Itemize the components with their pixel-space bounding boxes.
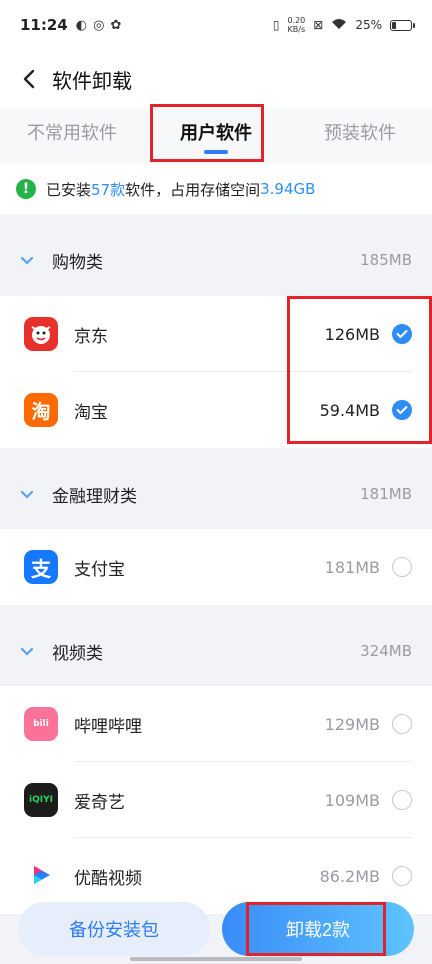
youku-icon	[24, 859, 58, 893]
group-name: 金融理财类	[52, 486, 137, 507]
alipay-icon: 支	[24, 550, 58, 584]
group-header-video[interactable]: 视频类 324MB	[0, 617, 432, 685]
tab-bar: 不常用软件 用户软件 预装软件	[0, 108, 432, 164]
status-time: 11:24	[20, 16, 68, 34]
app-row-alipay[interactable]: 支 支付宝 181MB	[0, 529, 432, 605]
chevron-down-icon	[20, 486, 36, 502]
group-size: 324MB	[360, 642, 412, 660]
chevron-down-icon	[20, 252, 36, 268]
page-header: 软件卸载	[0, 50, 432, 108]
bottom-action-bar: 备份安装包 卸载2款	[0, 896, 432, 964]
app-row-jd[interactable]: 京东 126MB	[0, 296, 432, 372]
battery-percent: 25%	[355, 18, 382, 32]
app-size: 59.4MB	[319, 400, 380, 420]
tab-active-indicator	[204, 150, 228, 154]
app-size: 109MB	[324, 790, 380, 810]
app-size: 86.2MB	[319, 866, 380, 886]
installed-count: 57款	[91, 180, 126, 199]
app-checkbox[interactable]	[392, 400, 412, 420]
storage-size: 3.94GB	[260, 180, 316, 198]
vibrate-icon: ▯	[272, 18, 280, 32]
app-name: 爱奇艺	[74, 792, 125, 813]
info-icon: !	[16, 179, 36, 199]
chevron-down-icon	[20, 643, 36, 659]
sim-icon: ⊠	[313, 18, 324, 32]
app-name: 淘宝	[74, 402, 108, 423]
app-size: 129MB	[324, 714, 380, 734]
app-name: 支付宝	[74, 559, 125, 580]
app-checkbox[interactable]	[392, 324, 412, 344]
backup-apk-button[interactable]: 备份安装包	[18, 902, 210, 956]
app-checkbox[interactable]	[392, 714, 412, 734]
app-notification-icon: ◎	[93, 17, 105, 33]
app-name: 优酷视频	[74, 868, 142, 889]
status-bar: 11:24 ◐ ◎ ✿ ▯ 0.20 KB/s ⊠ 25%	[0, 0, 432, 50]
notification-icons: ◐ ◎ ✿	[76, 18, 122, 33]
status-right: ▯ 0.20 KB/s ⊠ 25%	[272, 16, 415, 34]
taobao-icon: 淘	[24, 393, 58, 427]
group-name: 购物类	[52, 252, 103, 273]
app-name: 哔哩哔哩	[74, 716, 142, 737]
app-checkbox[interactable]	[392, 866, 412, 886]
group-size: 181MB	[360, 485, 412, 503]
storage-summary: ! 已安装 57款 软件，占用存储空间 3.94GB	[0, 164, 432, 214]
jd-icon	[24, 317, 58, 351]
bilibili-icon: bili	[24, 707, 58, 741]
page-title: 软件卸载	[52, 68, 132, 93]
tab-uncommon-apps[interactable]: 不常用软件	[0, 108, 144, 164]
app-row-bilibili[interactable]: bili 哔哩哔哩 129MB	[0, 686, 432, 762]
back-arrow-icon[interactable]	[22, 68, 44, 90]
app-row-iqiyi[interactable]: iQIYI 爱奇艺 109MB	[0, 762, 432, 838]
app-checkbox[interactable]	[392, 557, 412, 577]
group-header-shopping[interactable]: 购物类 185MB	[0, 226, 432, 294]
app-name: 京东	[74, 326, 108, 347]
app-notification-icon: ✿	[110, 17, 122, 33]
tab-user-apps[interactable]: 用户软件	[144, 108, 288, 164]
wifi-icon	[331, 18, 347, 33]
tab-preinstalled-apps[interactable]: 预装软件	[288, 108, 432, 164]
app-notification-icon: ◐	[75, 17, 88, 33]
group-header-finance[interactable]: 金融理财类 181MB	[0, 460, 432, 528]
app-checkbox[interactable]	[392, 790, 412, 810]
iqiyi-icon: iQIYI	[24, 783, 58, 817]
app-size: 181MB	[324, 557, 380, 577]
home-indicator[interactable]	[130, 957, 302, 961]
group-name: 视频类	[52, 643, 103, 664]
network-speed: 0.20 KB/s	[287, 16, 306, 34]
uninstall-button[interactable]: 卸载2款	[222, 902, 414, 956]
group-size: 185MB	[360, 251, 412, 269]
battery-icon	[390, 19, 415, 31]
app-size: 126MB	[324, 324, 380, 344]
app-row-taobao[interactable]: 淘 淘宝 59.4MB	[0, 372, 432, 448]
